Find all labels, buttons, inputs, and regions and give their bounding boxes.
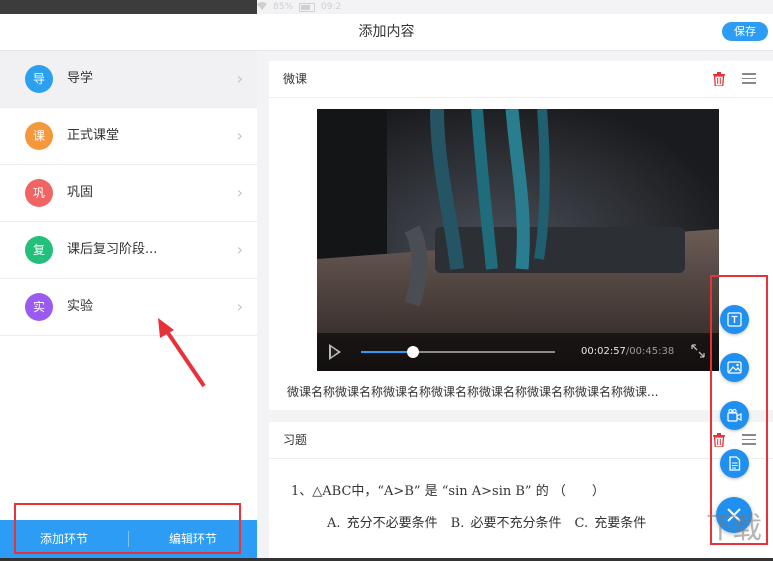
section-sidebar: 导 导学 › 课 正式课堂 › 巩 巩固 › 复 课后复习阶段... › 实 实… (0, 51, 257, 558)
video-frame (317, 109, 719, 371)
sidebar-item-label: 实验 (67, 299, 94, 314)
sidebar-item-label: 导学 (67, 71, 94, 86)
wifi-icon (257, 1, 267, 13)
guide-badge-icon: 导 (25, 65, 53, 93)
sidebar-item-guide[interactable]: 导 导学 › (0, 51, 257, 108)
trash-icon[interactable] (713, 72, 725, 86)
sidebar-item-class[interactable]: 课 正式课堂 › (0, 108, 257, 165)
exercise-card: 习题 1、△ABC中，“A>B” 是 “sin A>sin B” 的 （ ） A… (269, 422, 773, 558)
battery-icon (299, 2, 316, 12)
video-time: 00:02:57/00:45:38 (581, 333, 674, 371)
experiment-badge-icon: 实 (25, 293, 53, 321)
annotation-arrow-icon (158, 318, 206, 388)
chevron-right-icon: › (236, 69, 243, 88)
video-progress-bar[interactable] (361, 346, 555, 358)
app-header: 添加内容 保存 (0, 14, 773, 51)
chevron-right-icon: › (236, 183, 243, 202)
question-text: 1、△ABC中，“A>B” 是 “sin A>sin B” 的 （ ） (291, 484, 605, 499)
watermark-logo: 下载 (706, 511, 762, 546)
question-options: A. 充分不必要条件 B. 必要不充分条件 C. 充要条件 (327, 516, 647, 531)
sidebar-item-label: 课后复习阶段... (67, 242, 158, 257)
chevron-right-icon: › (236, 126, 243, 145)
content-area: 微课 00:02:57/00:45:38 微课名称微课名称微课名称微课名称微课名… (257, 51, 773, 558)
fullscreen-icon[interactable] (690, 343, 706, 359)
clock: 09:2 (321, 2, 342, 12)
page-title: 添加内容 (358, 24, 415, 40)
current-time: 00:02:57 (581, 346, 626, 357)
chevron-right-icon: › (236, 240, 243, 259)
play-icon[interactable] (329, 344, 341, 360)
drag-handle-icon[interactable] (742, 73, 756, 85)
card-title: 习题 (283, 433, 308, 447)
micro-lesson-card: 微课 00:02:57/00:45:38 微课名称微课名称微课名称微课名称微课名… (269, 61, 773, 410)
video-player[interactable]: 00:02:57/00:45:38 (317, 109, 719, 371)
class-badge-icon: 课 (25, 122, 53, 150)
battery-percent: 85% (273, 2, 294, 12)
card-header: 微课 (269, 61, 773, 98)
highlight-box-section-actions (14, 503, 241, 554)
sidebar-item-experiment[interactable]: 实 实验 › (0, 279, 257, 336)
card-title: 微课 (283, 72, 308, 86)
progress-fill (361, 351, 414, 353)
video-caption: 微课名称微课名称微课名称微课名称微课名称微课名称微课名称微课... (287, 385, 659, 399)
sidebar-item-consolidate[interactable]: 巩 巩固 › (0, 165, 257, 222)
video-controls: 00:02:57/00:45:38 (317, 333, 719, 371)
consolidate-badge-icon: 巩 (25, 179, 53, 207)
card-header: 习题 (269, 422, 773, 459)
save-button[interactable]: 保存 (722, 22, 768, 41)
status-bar: 85% 09:2 (0, 0, 773, 14)
progress-thumb[interactable] (407, 346, 420, 358)
review-badge-icon: 复 (25, 236, 53, 264)
sidebar-item-label: 巩固 (67, 185, 94, 200)
sidebar-item-label: 正式课堂 (67, 128, 120, 143)
chevron-right-icon: › (236, 297, 243, 316)
total-time: 00:45:38 (629, 346, 675, 357)
sidebar-item-review[interactable]: 复 课后复习阶段... › (0, 222, 257, 279)
